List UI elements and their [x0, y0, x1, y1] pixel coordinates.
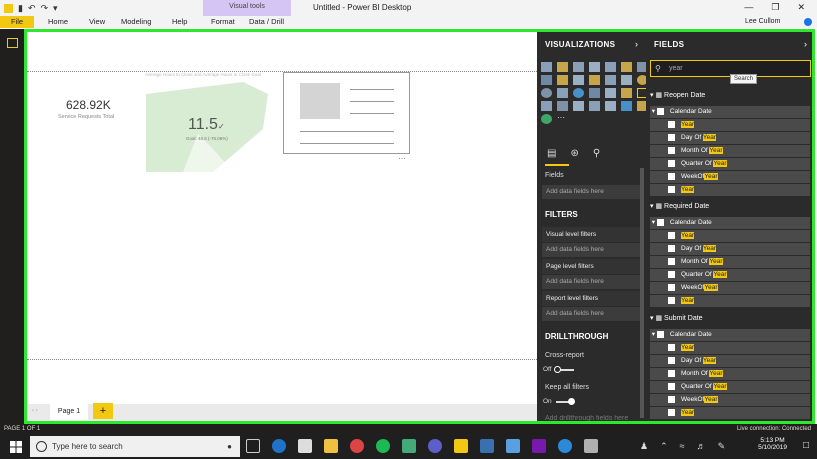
edge-icon[interactable] — [272, 439, 286, 453]
pinned-apps — [246, 439, 598, 453]
tab-home[interactable]: Home — [48, 17, 68, 26]
mail-icon[interactable] — [298, 439, 312, 453]
pen-icon[interactable]: ✎ — [718, 441, 726, 452]
app-logo-icon — [4, 3, 13, 13]
tab-modeling[interactable]: Modeling — [121, 17, 151, 26]
chevron-up-icon[interactable]: ⌃ — [660, 441, 668, 452]
windows-start-icon[interactable] — [10, 441, 22, 453]
microphone-icon[interactable]: ● — [227, 436, 232, 457]
windows-taskbar: Type here to search ● ♟ ⌃ ≈ ♬ ✎ 5:13 PM … — [0, 434, 817, 459]
tab-format[interactable]: Format — [211, 17, 235, 26]
onenote-icon[interactable] — [532, 439, 546, 453]
quick-access-toolbar: ▮ ↶ ↷ ▾ — [0, 3, 58, 14]
help-icon[interactable] — [804, 18, 812, 26]
app-icon[interactable] — [506, 439, 520, 453]
search-circle-icon — [36, 441, 47, 452]
app-icon[interactable] — [584, 439, 598, 453]
window-title: Untitled - Power BI Desktop — [313, 3, 412, 12]
window-controls: — ❐ ✕ — [744, 2, 805, 13]
volume-icon[interactable]: ♬ — [697, 441, 706, 452]
undo-icon[interactable]: ↶ — [28, 3, 36, 14]
restore-button[interactable]: ❐ — [771, 2, 779, 13]
view-switcher — [0, 29, 24, 424]
minimize-button[interactable]: — — [744, 2, 753, 13]
app-icon[interactable] — [558, 439, 572, 453]
network-icon[interactable]: ≈ — [680, 441, 685, 452]
status-bar: PAGE 1 OF 1 Live connection: Connected — [0, 424, 817, 434]
connection-status: Live connection: Connected — [736, 426, 811, 432]
visual-tools-context-tab: Visual tools — [203, 0, 291, 16]
highlight-frame — [24, 29, 815, 424]
search-placeholder: Type here to search — [52, 442, 123, 451]
file-menu-button[interactable]: File — [0, 16, 34, 28]
close-button[interactable]: ✕ — [797, 2, 805, 13]
notifications-icon[interactable]: □ — [803, 440, 809, 451]
report-view-icon[interactable] — [7, 38, 18, 48]
redo-icon[interactable]: ↷ — [41, 3, 49, 14]
app-icon[interactable] — [480, 439, 494, 453]
teams-icon[interactable] — [428, 439, 442, 453]
taskbar-search-input[interactable]: Type here to search ● — [30, 436, 240, 457]
customize-toolbar-icon[interactable]: ▾ — [53, 3, 58, 14]
clock[interactable]: 5:13 PM 5/10/2019 — [758, 437, 787, 451]
page-indicator: PAGE 1 OF 1 — [4, 426, 41, 432]
powerbi-icon[interactable] — [454, 439, 468, 453]
clock-time: 5:13 PM — [760, 437, 785, 444]
user-name[interactable]: Lee Cullom — [745, 18, 780, 25]
tab-view[interactable]: View — [89, 17, 105, 26]
chrome-icon[interactable] — [350, 439, 364, 453]
app-icon[interactable] — [402, 439, 416, 453]
people-icon[interactable]: ♟ — [640, 441, 648, 452]
task-view-icon[interactable] — [246, 439, 260, 453]
tab-data-drill[interactable]: Data / Drill — [249, 17, 284, 26]
tab-help[interactable]: Help — [172, 17, 187, 26]
ribbon-tabs: Home View Modeling Help Format Data / Dr… — [0, 16, 817, 28]
spotify-icon[interactable] — [376, 439, 390, 453]
system-tray: ♟ ⌃ ≈ ♬ ✎ — [640, 441, 725, 452]
save-icon[interactable]: ▮ — [18, 3, 23, 14]
file-explorer-icon[interactable] — [324, 439, 338, 453]
clock-date: 5/10/2019 — [758, 444, 787, 451]
